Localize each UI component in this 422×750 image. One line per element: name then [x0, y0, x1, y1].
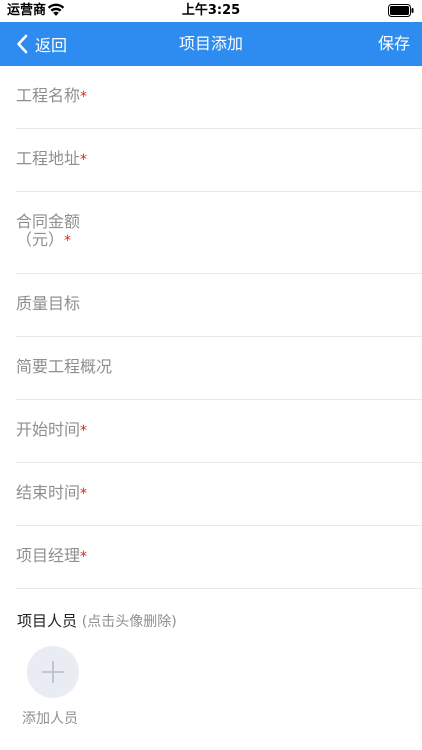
page-title: 项目添加 [178, 34, 243, 53]
project-address-field[interactable]: 工程地址* [16, 129, 422, 192]
field-label: 质量目标 [16, 294, 81, 313]
project-name-field[interactable]: 工程名称* [16, 66, 422, 129]
contract-amount-field[interactable]: 合同金额 （元）* [16, 192, 422, 274]
nav-bar: 返回 项目添加 保存 [0, 22, 422, 66]
required-mark: * [80, 549, 88, 565]
add-person-button[interactable] [27, 646, 79, 698]
required-mark: * [80, 423, 88, 439]
project-overview-field[interactable]: 简要工程概况 [16, 337, 422, 400]
field-label: 工程地址* [16, 149, 88, 168]
field-label: 项目经理* [16, 546, 88, 565]
battery-icon [388, 4, 414, 17]
project-manager-field[interactable]: 项目经理* [16, 526, 422, 589]
project-people-heading: 项目人员 (点击头像删除) [17, 611, 177, 632]
required-mark: * [64, 233, 72, 249]
field-label: 开始时间* [16, 420, 88, 439]
end-time-field[interactable]: 结束时间* [16, 463, 422, 526]
field-label: 合同金额 [16, 212, 81, 231]
quality-target-field[interactable]: 质量目标 [16, 274, 422, 337]
required-mark: * [80, 152, 88, 168]
status-time: 上午3:25 [181, 3, 241, 18]
project-people-title: 项目人员 [17, 612, 78, 630]
field-label-unit: （元）* [16, 230, 72, 250]
field-label: 结束时间* [16, 483, 88, 502]
required-mark: * [80, 486, 88, 502]
field-label: 简要工程概况 [16, 357, 113, 376]
project-people-hint: (点击头像删除) [81, 614, 177, 630]
field-label: 工程名称* [16, 86, 88, 105]
required-mark: * [80, 89, 88, 105]
status-bar: 运营商 上午3:25 [0, 0, 422, 22]
add-person-label: 添加人员 [22, 711, 78, 727]
start-time-field[interactable]: 开始时间* [16, 400, 422, 463]
project-form: 工程名称* 工程地址* 合同金额 （元）* 质量目标 简要工程概况 开始时间* … [0, 66, 422, 589]
plus-icon [42, 661, 64, 683]
save-button[interactable]: 保存 [378, 22, 410, 66]
